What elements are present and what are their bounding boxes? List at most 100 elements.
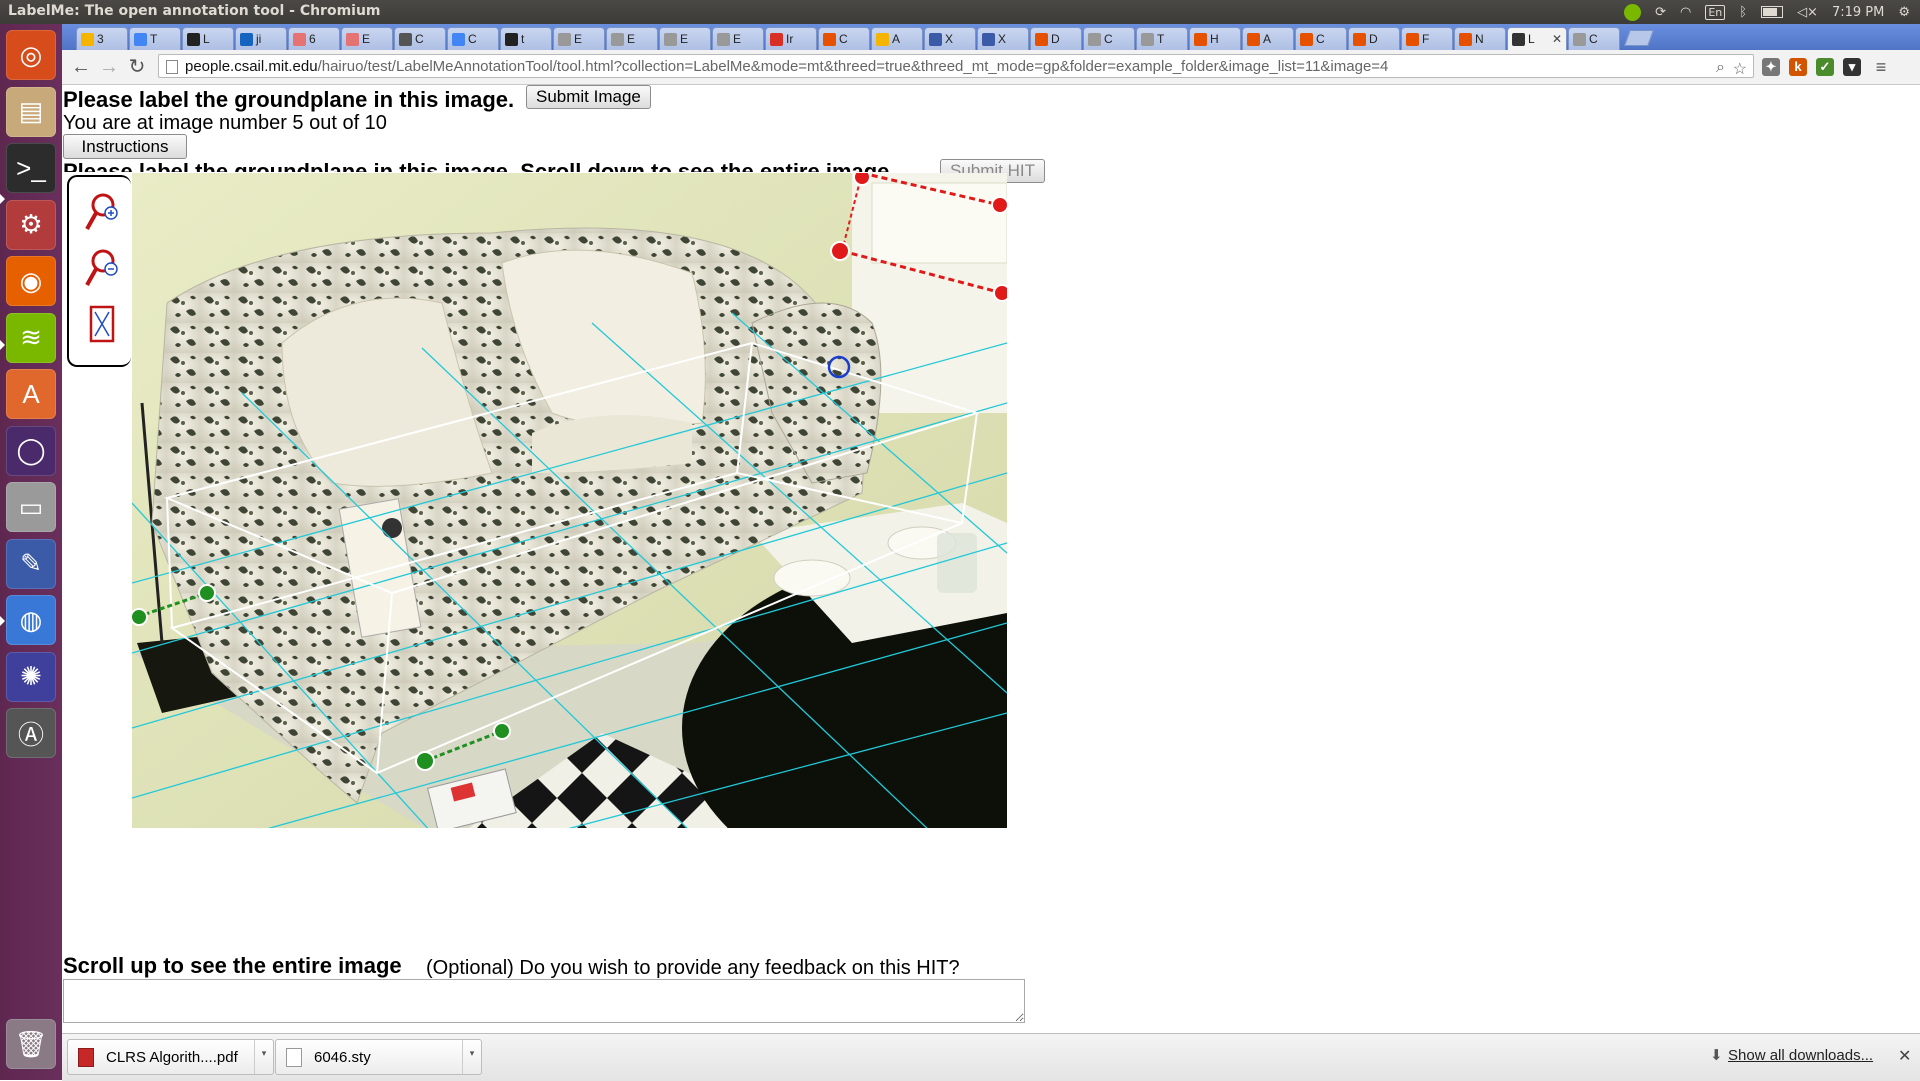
- tab[interactable]: T: [1136, 27, 1188, 50]
- address-bar[interactable]: people.csail.mit.edu/hairuo/test/LabelMe…: [158, 54, 1754, 78]
- tab[interactable]: A: [871, 27, 923, 50]
- download-menu-arrow-icon[interactable]: ▾: [254, 1040, 273, 1074]
- download-menu-arrow-icon[interactable]: ▾: [462, 1040, 481, 1074]
- launcher-shutter-icon[interactable]: ✺: [6, 651, 56, 702]
- download-item-sty[interactable]: 6046.sty ▾: [275, 1039, 482, 1075]
- tab-active[interactable]: L ✕: [1507, 27, 1567, 50]
- feedback-textarea[interactable]: [63, 979, 1025, 1023]
- launcher-spotify-icon[interactable]: ≋: [6, 312, 56, 363]
- tab[interactable]: N: [1454, 27, 1506, 50]
- tab[interactable]: F: [1401, 27, 1453, 50]
- tab-label: D: [1051, 32, 1060, 46]
- tab[interactable]: E: [341, 27, 393, 50]
- zoom-out-icon[interactable]: [83, 247, 119, 289]
- launcher-updater-icon[interactable]: Ⓐ: [6, 708, 56, 758]
- tab[interactable]: T: [129, 27, 181, 50]
- page-icon: [166, 60, 178, 74]
- tab-favicon-icon: [876, 32, 889, 46]
- tab-label: T: [1157, 32, 1165, 46]
- launcher-software-center-icon[interactable]: A: [6, 369, 56, 419]
- zoom-in-icon[interactable]: [83, 191, 119, 233]
- tab[interactable]: E: [712, 27, 764, 50]
- browser-toolbar: ← → ↻ people.csail.mit.edu/hairuo/test/L…: [62, 50, 1920, 85]
- pdf-file-icon: [78, 1047, 94, 1067]
- instruction-heading-secondary: Please label the groundplane in this ima…: [63, 159, 896, 172]
- keyboard-layout-indicator[interactable]: En: [1705, 4, 1726, 20]
- tab[interactable]: 6: [288, 27, 340, 50]
- submit-image-button[interactable]: Submit Image: [526, 85, 651, 109]
- tab-label: E: [574, 32, 583, 46]
- tab[interactable]: D: [1030, 27, 1082, 50]
- sync-icon[interactable]: ⟳: [1655, 5, 1666, 20]
- close-shelf-icon[interactable]: ✕: [1898, 1046, 1911, 1066]
- menu-icon[interactable]: ≡: [1872, 58, 1890, 76]
- launcher-firefox-icon[interactable]: ◉: [6, 256, 56, 306]
- bluetooth-icon[interactable]: ᛒ: [1739, 5, 1747, 20]
- tab[interactable]: E: [606, 27, 658, 50]
- instructions-button[interactable]: Instructions: [63, 134, 187, 159]
- tab[interactable]: C: [818, 27, 870, 50]
- extension-check-icon[interactable]: ✓: [1816, 58, 1834, 76]
- launcher-disk-icon[interactable]: ▭: [6, 482, 56, 532]
- tab[interactable]: C: [1295, 27, 1347, 50]
- tab[interactable]: X: [977, 27, 1029, 50]
- window-title: LabelMe: The open annotation tool - Chro…: [8, 3, 381, 19]
- tab-favicon-icon: [81, 32, 94, 46]
- launcher-chromium-icon[interactable]: ◍: [6, 595, 56, 645]
- zoom-icon[interactable]: ⌕: [1716, 59, 1725, 77]
- launcher-unity-tweak-icon[interactable]: ◯: [6, 425, 56, 476]
- reload-button[interactable]: ↻: [126, 56, 148, 78]
- volume-icon[interactable]: ◁×: [1797, 5, 1818, 20]
- fit-to-screen-icon[interactable]: [83, 303, 119, 345]
- tab-favicon-icon: [1194, 32, 1207, 46]
- forward-button[interactable]: →: [98, 56, 120, 78]
- bookmark-star-icon[interactable]: ☆: [1733, 59, 1747, 77]
- tab[interactable]: ji: [235, 27, 287, 50]
- url-path: /hairuo/test/LabelMeAnnotationTool/tool.…: [317, 58, 1389, 75]
- back-button[interactable]: ←: [70, 56, 92, 78]
- launcher-files-icon[interactable]: ▤: [6, 86, 56, 137]
- tab[interactable]: E: [659, 27, 711, 50]
- tab[interactable]: H: [1189, 27, 1241, 50]
- file-icon: [286, 1047, 302, 1067]
- tab-favicon-icon: [982, 32, 995, 46]
- tab[interactable]: C: [394, 27, 446, 50]
- session-gear-icon[interactable]: ⚙: [1898, 5, 1910, 20]
- launcher-system-settings-icon[interactable]: ⚙: [6, 199, 56, 250]
- tab[interactable]: 3: [76, 27, 128, 50]
- spotify-indicator-icon[interactable]: [1624, 3, 1642, 21]
- launcher-terminal-icon[interactable]: >_: [6, 143, 56, 193]
- extension-k-icon[interactable]: k: [1789, 58, 1807, 76]
- tab[interactable]: C: [1083, 27, 1135, 50]
- tab[interactable]: E: [553, 27, 605, 50]
- tab-close-icon[interactable]: ✕: [1552, 32, 1562, 46]
- tab[interactable]: X: [924, 27, 976, 50]
- tab[interactable]: C: [1568, 27, 1620, 50]
- launcher-ubuntu-dash-icon[interactable]: ◎: [6, 30, 56, 80]
- tab-favicon-icon: [1406, 32, 1419, 46]
- extension-pocket-icon[interactable]: ▾: [1843, 58, 1861, 76]
- tab[interactable]: t: [500, 27, 552, 50]
- tab[interactable]: A: [1242, 27, 1294, 50]
- launcher-trash-icon[interactable]: 🗑: [6, 1019, 56, 1069]
- launcher-pencil-app-icon[interactable]: ✎: [6, 538, 56, 589]
- tab-label: T: [150, 32, 158, 46]
- running-indicator: [0, 616, 5, 626]
- show-all-downloads-link[interactable]: Show all downloads...: [1728, 1047, 1873, 1064]
- tab-label: ji: [256, 32, 262, 46]
- tab[interactable]: Ir: [765, 27, 817, 50]
- wifi-icon[interactable]: ◠: [1680, 5, 1691, 20]
- extension-puzzle-icon[interactable]: ✦: [1762, 58, 1780, 76]
- new-tab-button[interactable]: [1624, 30, 1654, 46]
- tab[interactable]: C: [447, 27, 499, 50]
- tab-favicon-icon: [664, 32, 677, 46]
- tab[interactable]: L: [182, 27, 234, 50]
- download-item-pdf[interactable]: CLRS Algorith....pdf ▾: [67, 1039, 274, 1075]
- annotation-canvas[interactable]: [132, 173, 1007, 828]
- tab-favicon-icon: [1300, 32, 1313, 46]
- tab-favicon-icon: [1573, 32, 1586, 46]
- tab[interactable]: D: [1348, 27, 1400, 50]
- scene-image[interactable]: [132, 173, 1007, 828]
- clock[interactable]: 7:19 PM: [1832, 5, 1884, 20]
- battery-icon[interactable]: [1761, 6, 1784, 18]
